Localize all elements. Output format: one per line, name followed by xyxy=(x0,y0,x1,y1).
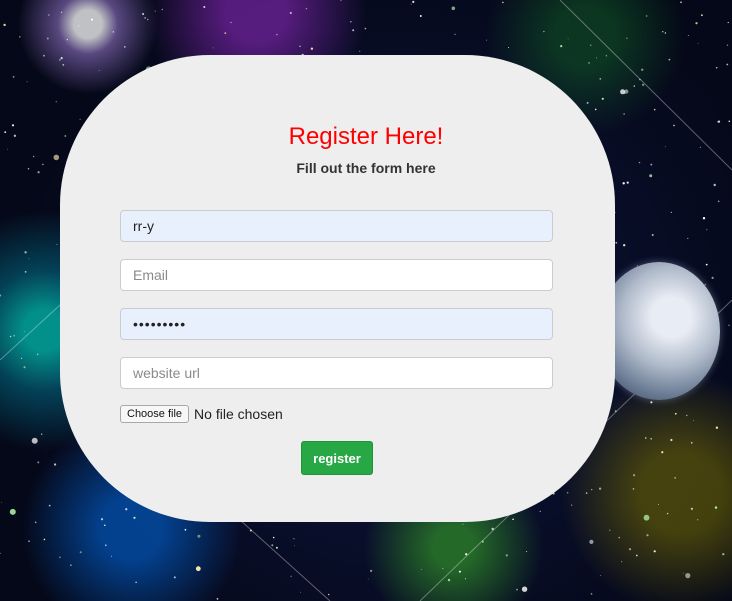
page-title: Register Here! xyxy=(288,123,444,150)
website-url-field[interactable] xyxy=(120,357,553,389)
username-field[interactable] xyxy=(120,210,553,242)
file-input[interactable]: Choose file No file chosen xyxy=(120,405,283,423)
file-status-text: No file chosen xyxy=(194,406,283,422)
page-subtitle: Fill out the form here xyxy=(296,160,436,176)
choose-file-button[interactable]: Choose file xyxy=(120,405,190,423)
password-field[interactable] xyxy=(120,308,553,340)
register-button[interactable]: register xyxy=(301,441,373,475)
email-field[interactable] xyxy=(120,259,553,291)
planet-image xyxy=(598,262,720,400)
